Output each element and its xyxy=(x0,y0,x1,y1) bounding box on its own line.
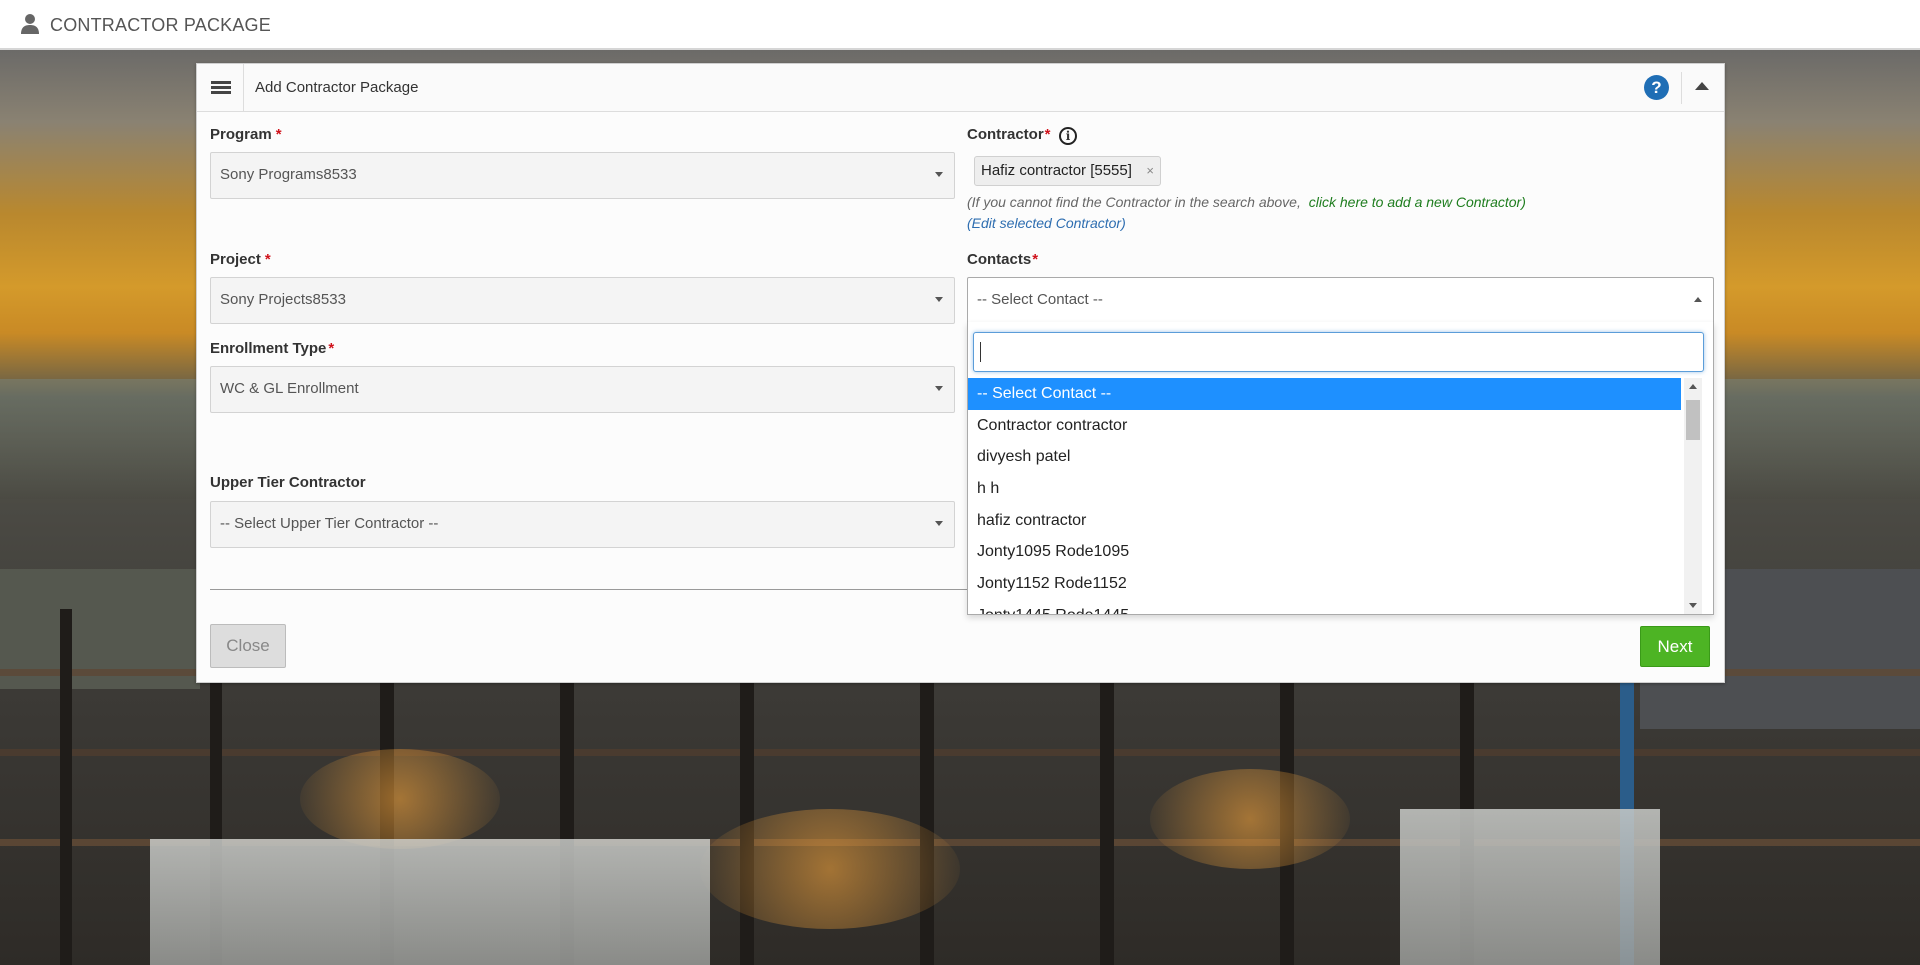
list-item[interactable]: h h xyxy=(968,473,1681,505)
user-icon xyxy=(21,14,39,34)
project-select[interactable]: Sony Projects8533 xyxy=(210,277,955,324)
list-item[interactable]: Jonty1152 Rode1152 xyxy=(968,568,1681,600)
next-button[interactable]: Next xyxy=(1640,626,1710,667)
contacts-label: Contacts* xyxy=(967,251,1039,268)
dropdown-scrollbar[interactable] xyxy=(1684,378,1702,614)
scroll-down-icon[interactable] xyxy=(1689,603,1697,608)
scroll-up-icon[interactable] xyxy=(1689,384,1697,389)
add-contractor-package-panel: Add Contractor Package ? Program * Sony P… xyxy=(196,63,1725,683)
info-icon[interactable]: i xyxy=(1059,127,1077,145)
list-item[interactable]: divyesh patel xyxy=(968,441,1681,473)
selected-contractor-tag: Hafiz contractor [5555] × xyxy=(974,156,1161,186)
enrollment-type-value: WC & GL Enrollment xyxy=(220,380,359,397)
contractor-label: Contractor* xyxy=(967,126,1051,143)
list-item[interactable]: Jonty1095 Rode1095 xyxy=(968,536,1681,568)
list-item[interactable]: hafiz contractor xyxy=(968,505,1681,537)
chevron-up-icon xyxy=(1694,297,1702,302)
chevron-down-icon xyxy=(935,297,943,302)
program-label: Program * xyxy=(210,126,282,143)
enrollment-type-select[interactable]: WC & GL Enrollment xyxy=(210,366,955,413)
collapse-icon[interactable] xyxy=(1695,82,1709,90)
panel-title: Add Contractor Package xyxy=(255,79,419,96)
program-value: Sony Programs8533 xyxy=(220,166,357,183)
text-cursor xyxy=(980,342,981,362)
selected-contractor-text: Hafiz contractor [5555] xyxy=(981,162,1132,179)
menu-button[interactable] xyxy=(197,64,244,111)
hamburger-icon xyxy=(211,81,231,84)
list-item[interactable]: Contractor contractor xyxy=(968,410,1681,442)
scrollbar-thumb[interactable] xyxy=(1686,400,1700,440)
top-header: CONTRACTOR PACKAGE xyxy=(0,0,1920,50)
add-new-contractor-link[interactable]: click here to add a new Contractor) xyxy=(1309,194,1526,210)
project-label: Project * xyxy=(210,251,271,268)
project-value: Sony Projects8533 xyxy=(220,291,346,308)
page-title: CONTRACTOR PACKAGE xyxy=(50,15,271,35)
help-icon[interactable]: ? xyxy=(1644,75,1669,100)
program-select[interactable]: Sony Programs8533 xyxy=(210,152,955,199)
remove-tag-icon[interactable]: × xyxy=(1146,157,1154,185)
chevron-down-icon xyxy=(935,386,943,391)
panel-header: Add Contractor Package ? xyxy=(197,64,1724,112)
upper-tier-contractor-select[interactable]: -- Select Upper Tier Contractor -- xyxy=(210,501,955,548)
chevron-down-icon xyxy=(935,172,943,177)
close-button[interactable]: Close xyxy=(210,624,286,668)
upper-tier-contractor-value: -- Select Upper Tier Contractor -- xyxy=(220,515,439,532)
chevron-down-icon xyxy=(935,521,943,526)
contacts-search-input[interactable] xyxy=(973,332,1704,372)
enrollment-type-label: Enrollment Type * xyxy=(210,340,335,357)
edit-selected-contractor-link[interactable]: (Edit selected Contractor) xyxy=(967,215,1126,231)
contacts-dropdown: -- Select Contact -- Contractor contract… xyxy=(967,322,1714,615)
header-divider xyxy=(1681,72,1682,104)
contacts-select[interactable]: -- Select Contact -- xyxy=(967,277,1714,323)
contacts-options-list[interactable]: -- Select Contact -- Contractor contract… xyxy=(968,378,1681,614)
contractor-hint: (If you cannot find the Contractor in th… xyxy=(967,194,1526,210)
list-item[interactable]: Jonty1445 Rode1445 xyxy=(968,600,1681,614)
contacts-value: -- Select Contact -- xyxy=(977,291,1103,308)
upper-tier-contractor-label: Upper Tier Contractor xyxy=(210,474,366,491)
list-item[interactable]: -- Select Contact -- xyxy=(968,378,1681,410)
